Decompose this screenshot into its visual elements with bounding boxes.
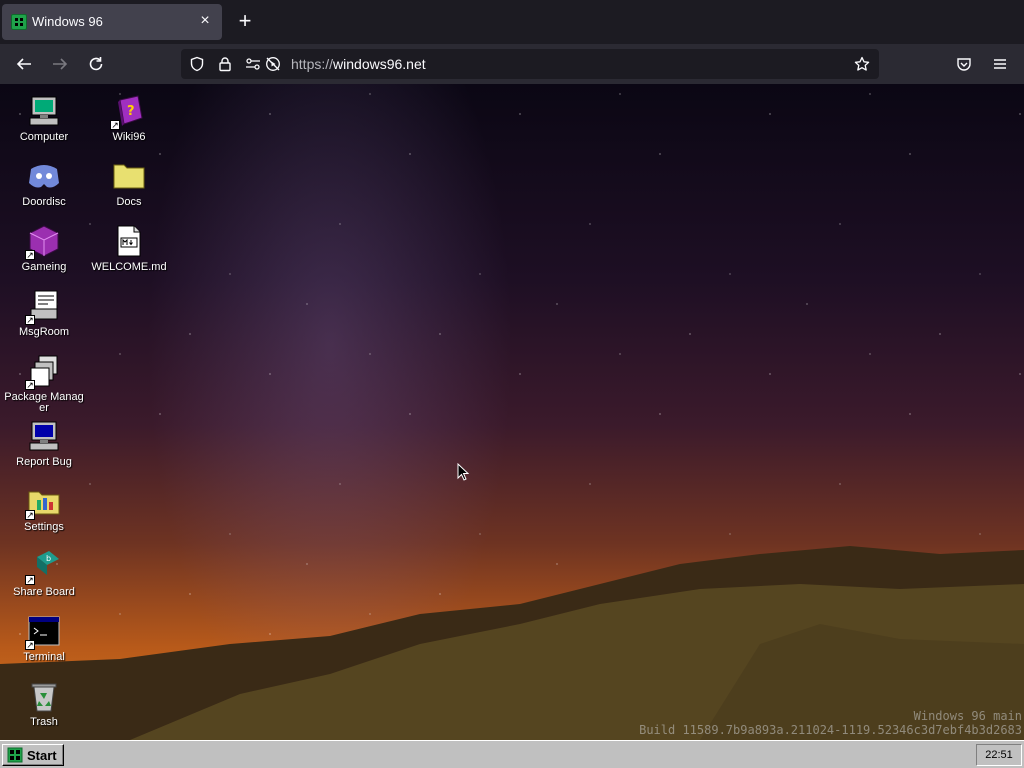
lock-icon[interactable] [217,56,233,72]
shortcut-arrow-icon: ↗ [25,315,35,325]
browser-tab[interactable]: Windows 96 × [2,4,222,40]
desktop-icon-label: Docs [116,196,142,208]
markdown-file-icon [112,224,146,258]
desktop-icon-wiki96[interactable]: ? ↗ Wiki96 [89,94,169,143]
tab-close-button[interactable]: × [196,12,214,30]
new-tab-button[interactable]: + [234,10,256,32]
report-bug-icon [27,419,61,453]
arrow-left-icon [16,58,31,70]
pocket-icon [957,58,971,71]
desktop-icon-docs[interactable]: Docs [89,159,169,208]
desktop-icon-report-bug[interactable]: Report Bug [4,419,84,468]
arrow-right-icon [53,58,68,70]
windows96-favicon-icon [11,14,27,30]
game-cube-icon: ↗ [25,224,61,260]
permissions-icon[interactable] [245,56,261,72]
shortcut-arrow-icon: ↗ [25,575,35,585]
desktop-icon-label: Terminal [23,651,65,663]
shortcut-arrow-icon: ↗ [25,380,35,390]
folder-icon [112,159,146,193]
desktop-icon-gameing[interactable]: ↗ Gameing [4,224,84,273]
desktop-icon-label: Trash [30,716,58,728]
desktop-icon-msgroom[interactable]: ↗ MsgRoom [4,289,84,338]
desktop-icon-label: Wiki96 [112,131,146,143]
svg-text:?: ? [127,104,135,119]
share-board-icon: b ↗ [25,549,61,585]
forward-button[interactable] [48,52,72,76]
reload-button[interactable] [84,52,108,76]
navigation-toolbar: https://windows96.net [0,44,1024,84]
desktop-icon-label: Gameing [21,261,67,273]
mouse-pointer-icon [457,463,469,481]
desktop-icon-welcome-md[interactable]: WELCOME.md [89,224,169,273]
shortcut-arrow-icon: ↗ [25,250,35,260]
url-text[interactable]: https://windows96.net [291,56,426,72]
reload-icon [89,57,103,71]
url-scheme: https:// [291,56,334,72]
desktop-icon-label: Share Board [13,586,75,598]
desktop-icon-share-board[interactable]: b ↗ Share Board [4,549,84,598]
settings-folder-icon: ↗ [25,484,61,520]
discord-icon [27,159,61,193]
computer-icon [27,94,61,128]
bookmark-star-icon[interactable] [854,56,870,72]
clock: 22:51 [985,749,1013,761]
desktop-icon-doordisc[interactable]: Doordisc [4,159,84,208]
desktop-icon-trash[interactable]: Trash [4,679,84,728]
desktop-icon-label: Settings [24,521,64,533]
tracking-protection-shield-icon[interactable] [189,56,205,72]
autoplay-blocked-icon[interactable] [265,56,281,72]
system-tray[interactable]: 22:51 [976,744,1022,766]
package-icon: ↗ [25,354,61,390]
windows96-logo-icon [7,747,23,763]
wiki-book-icon: ? ↗ [110,94,146,130]
tab-title: Windows 96 [32,14,103,29]
address-bar[interactable]: https://windows96.net [181,49,879,79]
start-button[interactable]: Start [2,744,64,766]
trash-icon [27,679,61,713]
taskbar: Start 22:51 [0,740,1024,768]
start-label: Start [27,747,57,763]
terminal-icon: ↗ [25,614,61,650]
watermark-build-number: Build 11589.7b9a893a.211024-1119.52346c3… [639,723,1022,737]
desktop-icon-label: WELCOME.md [91,261,167,273]
msgroom-icon: ↗ [25,289,61,325]
shortcut-arrow-icon: ↗ [25,510,35,520]
desktop-icon-terminal[interactable]: ↗ Terminal [4,614,84,663]
url-host: windows96.net [333,56,426,72]
desktop-icon-settings[interactable]: ↗ Settings [4,484,84,533]
desktop[interactable]: Computer Doordisc ↗ Gameing ↗ MsgRoom ↗ … [0,84,1024,740]
watermark-os-name: Windows 96 main [913,709,1022,723]
hamburger-menu-icon [994,59,1006,69]
desktop-icon-label: Doordisc [22,196,66,208]
desktop-icon-label: Package Manager [4,391,84,414]
build-watermark: Windows 96 main Build 11589.7b9a893a.211… [639,709,1022,737]
desktop-icon-label: MsgRoom [18,326,70,338]
desktop-icon-label: Report Bug [16,456,72,468]
desktop-icon-computer[interactable]: Computer [4,94,84,143]
shortcut-arrow-icon: ↗ [25,640,35,650]
desktop-icon-label: Computer [19,131,69,143]
svg-text:b: b [46,554,51,563]
desktop-icon-package-manager[interactable]: ↗ Package Manager [4,354,84,414]
shortcut-arrow-icon: ↗ [110,120,120,130]
menu-button[interactable] [988,52,1012,76]
back-button[interactable] [12,52,36,76]
pocket-button[interactable] [952,52,976,76]
browser-tab-strip: Windows 96 × + [0,0,1024,44]
